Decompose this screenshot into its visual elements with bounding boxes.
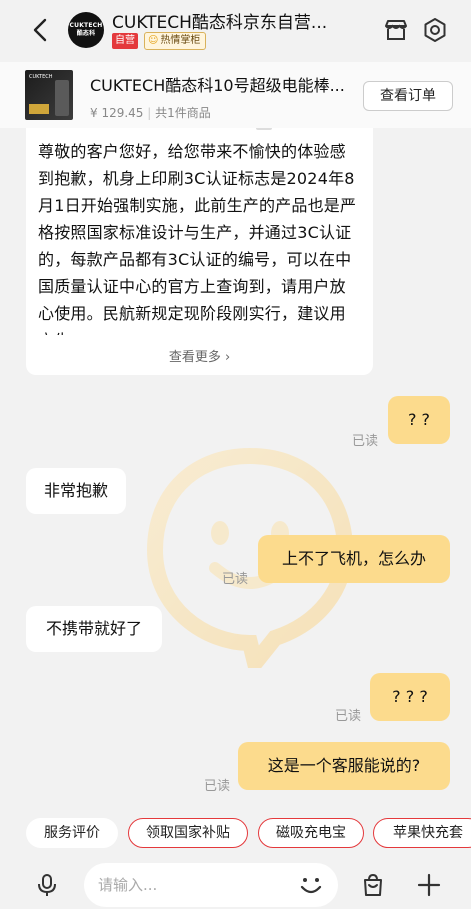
- self-operated-badge: 自营: [112, 33, 138, 49]
- read-status: 已读: [335, 709, 362, 724]
- shop-name[interactable]: CUKTECH酷态科京东自营...: [112, 8, 362, 33]
- shop-avatar[interactable]: CUKTECH 酷态科: [68, 12, 104, 48]
- quick-reply-apple-charger[interactable]: 苹果快充套: [373, 818, 471, 848]
- drag-handle: [256, 128, 272, 130]
- store-icon[interactable]: [383, 17, 409, 43]
- thumb-device-graphic: [55, 80, 69, 116]
- order-meta: ¥ 129.45 | 共1件商品: [90, 104, 211, 121]
- smile-badge-icon: ☺: [148, 35, 159, 46]
- product-thumbnail[interactable]: CUKTECH: [25, 70, 73, 120]
- view-order-button[interactable]: 查看订单: [363, 81, 453, 111]
- back-arrow-icon[interactable]: [30, 17, 52, 43]
- order-price: ¥ 129.45: [90, 106, 144, 120]
- long-message-text: 尊敬的客户您好，给您带来不愉快的体验感到抱歉，机身上印刷3C认证标志是2024年…: [38, 142, 357, 335]
- chat-area[interactable]: 尊敬的客户您好，给您带来不愉快的体验感到抱歉，机身上印刷3C认证标志是2024年…: [0, 128, 471, 808]
- chat-header: CUKTECH 酷态科 CUKTECH酷态科京东自营... 自营 ☺ 热情掌柜: [0, 0, 471, 62]
- view-more-link[interactable]: 查看更多 ›: [26, 346, 373, 365]
- plus-icon[interactable]: [416, 872, 442, 898]
- read-status: 已读: [222, 572, 249, 587]
- settings-icon[interactable]: [422, 17, 448, 43]
- thumb-brand-text: CUKTECH: [29, 74, 53, 80]
- emoji-icon[interactable]: [298, 874, 324, 898]
- hot-seller-badge: ☺ 热情掌柜: [144, 32, 207, 50]
- shopping-bag-icon[interactable]: [360, 872, 386, 898]
- received-message-bubble: 不携带就好了: [26, 606, 162, 652]
- sent-message-bubble: ? ?: [388, 396, 450, 444]
- microphone-icon[interactable]: [34, 872, 60, 898]
- quick-reply-subsidy[interactable]: 领取国家补贴: [128, 818, 248, 848]
- sent-message-bubble: 这是一个客服能说的?: [238, 742, 450, 790]
- read-status: 已读: [352, 434, 379, 449]
- meta-divider: |: [147, 106, 156, 120]
- order-quantity: 共1件商品: [155, 106, 211, 120]
- sent-message-bubble: ? ? ?: [370, 673, 450, 721]
- input-area: 服务评价 领取国家补贴 磁吸充电宝 苹果快充套: [0, 808, 471, 909]
- sent-message-bubble: 上不了飞机，怎么办: [258, 535, 450, 583]
- quick-reply-service-rating[interactable]: 服务评价: [26, 818, 118, 848]
- received-message-bubble: 非常抱歉: [26, 468, 126, 514]
- long-message-bubble: 尊敬的客户您好，给您带来不愉快的体验感到抱歉，机身上印刷3C认证标志是2024年…: [26, 128, 373, 375]
- thumb-label-graphic: [29, 104, 49, 114]
- product-title[interactable]: CUKTECH酷态科10号超级电能棒...: [90, 72, 360, 96]
- read-status: 已读: [204, 779, 231, 794]
- quick-reply-magnetic-powerbank[interactable]: 磁吸充电宝: [258, 818, 364, 848]
- hot-badge-label: 热情掌柜: [160, 35, 201, 46]
